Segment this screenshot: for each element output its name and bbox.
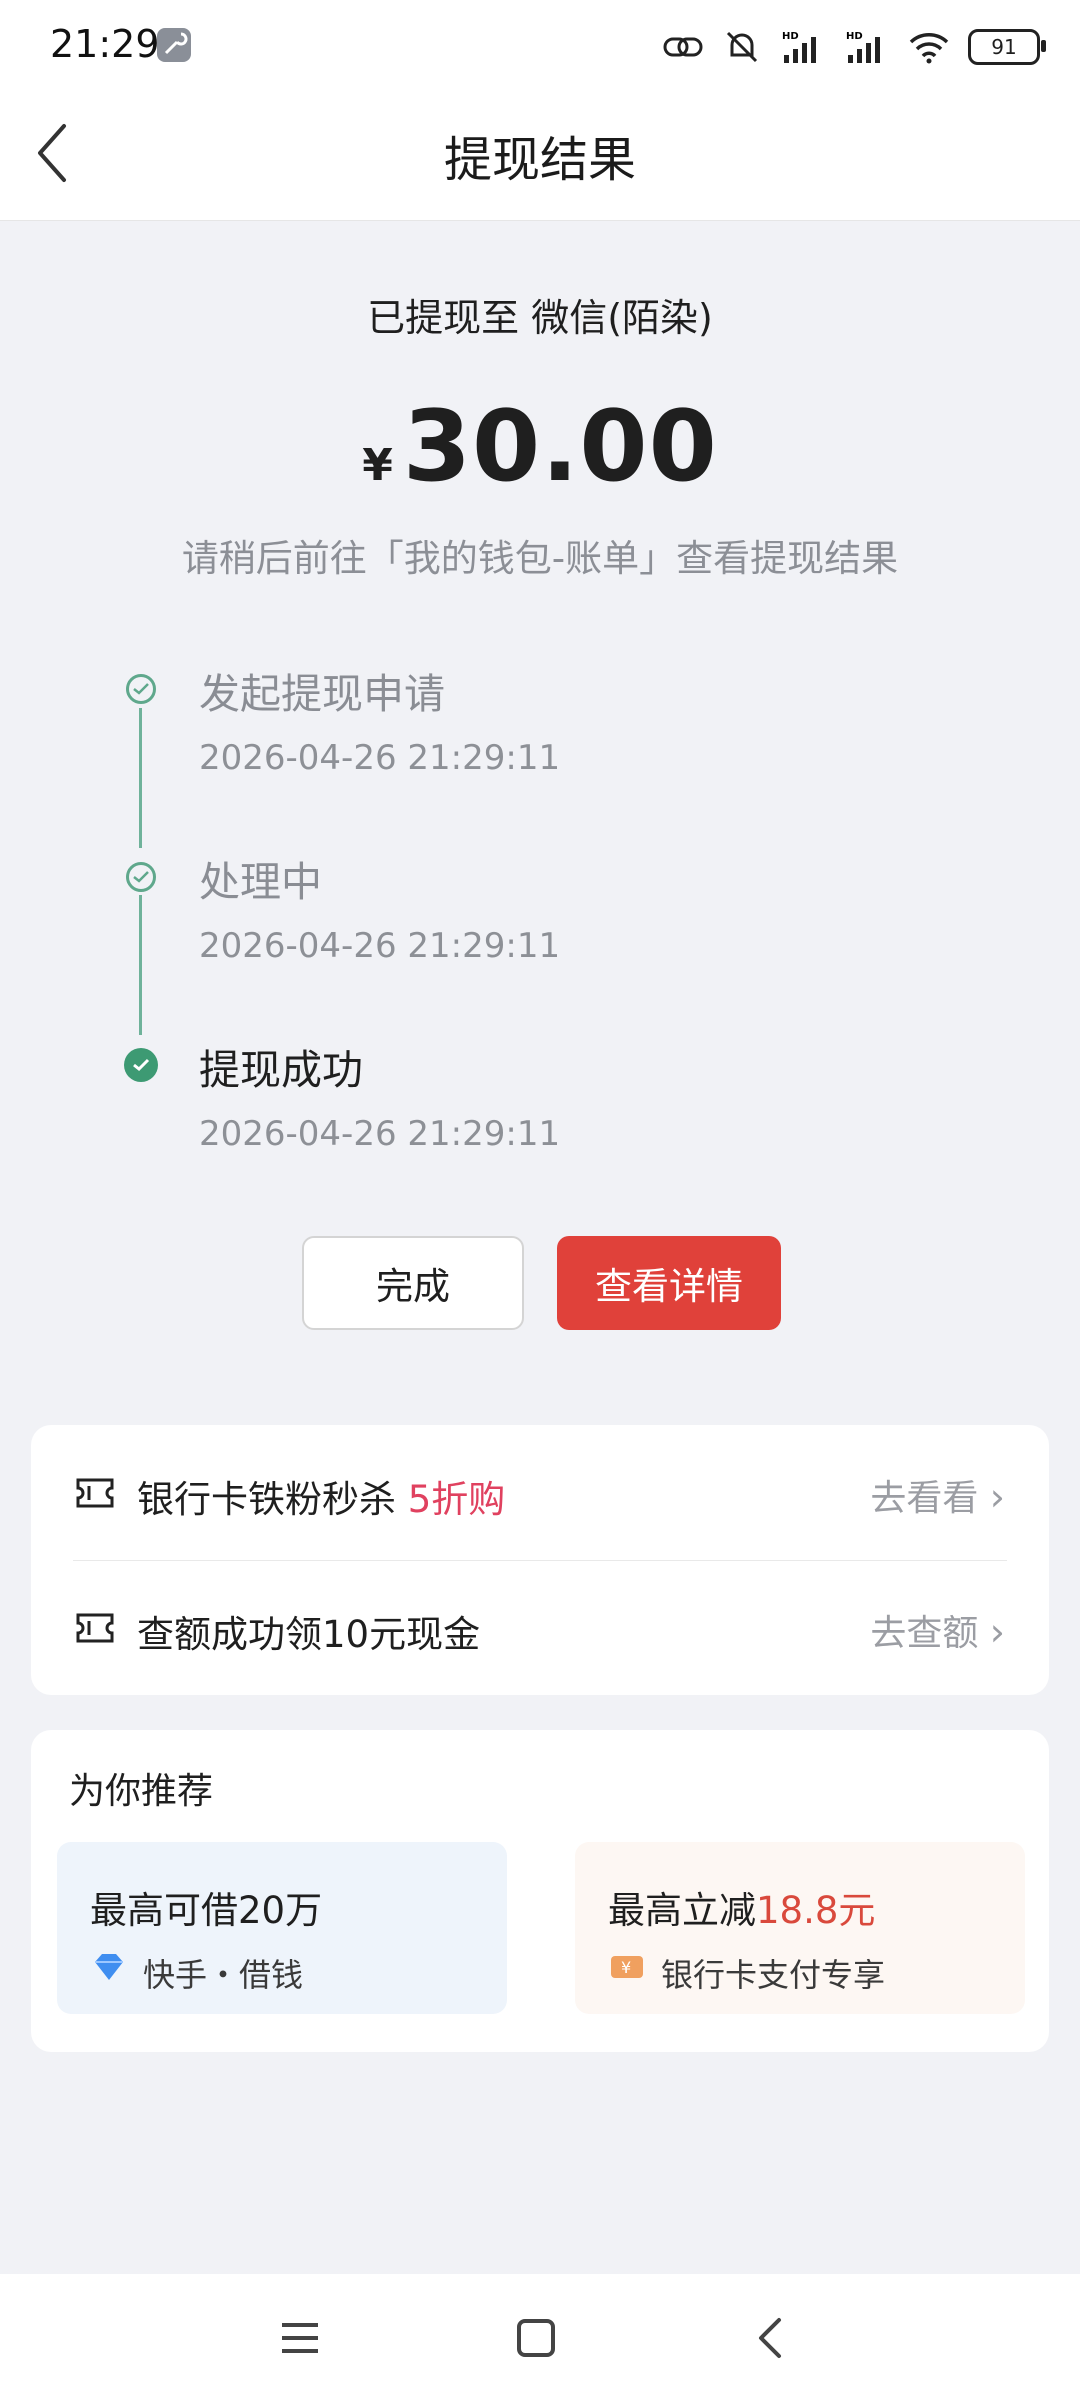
timeline-step-time: 2026-04-26 21:29:11 bbox=[199, 1114, 561, 1154]
link-icon bbox=[662, 32, 704, 62]
timeline-connector bbox=[139, 895, 142, 1035]
promo-text: 银行卡铁粉秒杀 5折购 bbox=[137, 1469, 505, 1523]
promo-text: 查额成功领10元现金 bbox=[137, 1604, 480, 1658]
promo-highlight: 5折购 bbox=[407, 1478, 506, 1521]
view-details-button[interactable]: 查看详情 bbox=[557, 1236, 781, 1330]
timeline-step-title: 处理中 bbox=[199, 858, 322, 906]
promo-label: 银行卡铁粉秒杀 bbox=[137, 1478, 408, 1521]
page-title: 提现结果 bbox=[443, 132, 636, 188]
wifi-icon bbox=[908, 30, 950, 64]
ticket-icon bbox=[76, 1613, 114, 1643]
result-hint: 请稍后前往「我的钱包-账单」查看提现结果 bbox=[181, 537, 899, 580]
currency-symbol: ¥ bbox=[362, 440, 393, 491]
svg-text:HD: HD bbox=[782, 31, 799, 42]
recommend-tile-discount[interactable]: 最高立减18.8元 ¥ 银行卡支付专享 bbox=[575, 1842, 1025, 2014]
battery-icon: 91 bbox=[968, 29, 1046, 65]
promo-link[interactable]: 去查额 › bbox=[870, 1604, 1005, 1656]
amount-display: ¥30.00 bbox=[0, 390, 1080, 504]
menu-icon[interactable] bbox=[270, 2308, 330, 2368]
recommend-card: 为你推荐 最高可借20万 快手・借钱 最高立减18.8元 ¥ 银行卡支付专享 bbox=[31, 1730, 1049, 2052]
recommend-main-text: 最高立减18.8元 bbox=[608, 1880, 875, 1934]
chevron-right-icon: › bbox=[989, 1610, 1005, 1654]
timeline-step-time: 2026-04-26 21:29:11 bbox=[199, 926, 561, 966]
system-nav-bar bbox=[0, 2274, 1080, 2400]
recommend-sub-text: 快手・借钱 bbox=[143, 1956, 304, 1994]
promo-card: 银行卡铁粉秒杀 5折购 去看看 › 查额成功领10元现金 去查额 › bbox=[31, 1425, 1049, 1695]
recommend-main-label: 最高立减 bbox=[608, 1889, 756, 1932]
promo-label: 查额成功领10元现金 bbox=[137, 1613, 481, 1656]
promo-row[interactable]: 查额成功领10元现金 去查额 › bbox=[31, 1560, 1049, 1695]
check-circle-icon bbox=[126, 674, 156, 704]
status-time: 21:29 bbox=[50, 22, 160, 66]
timeline-step-time: 2026-04-26 21:29:11 bbox=[199, 738, 561, 778]
recommend-main-highlight: 18.8元 bbox=[756, 1889, 876, 1932]
chevron-right-icon: › bbox=[989, 1475, 1005, 1519]
timeline-step-title: 发起提现申请 bbox=[199, 670, 445, 718]
check-circle-icon bbox=[126, 862, 156, 892]
battery-level: 91 bbox=[991, 35, 1017, 59]
mute-icon bbox=[722, 27, 762, 67]
home-icon[interactable] bbox=[506, 2308, 566, 2368]
amount-value: 30.00 bbox=[402, 390, 718, 504]
ticket-icon bbox=[76, 1478, 114, 1508]
withdraw-destination: 已提现至 微信(陌染) bbox=[367, 296, 713, 340]
promo-row[interactable]: 银行卡铁粉秒杀 5折购 去看看 › bbox=[31, 1425, 1049, 1560]
svg-text:HD: HD bbox=[846, 31, 863, 42]
recommend-main-text: 最高可借20万 bbox=[90, 1889, 323, 1932]
diamond-icon bbox=[95, 1954, 123, 1980]
check-circle-filled-icon bbox=[124, 1048, 158, 1082]
promo-link-label: 去看看 bbox=[870, 1478, 979, 1519]
back-icon[interactable] bbox=[740, 2308, 800, 2368]
timeline-connector bbox=[139, 708, 142, 848]
recommend-title: 为你推荐 bbox=[69, 1771, 214, 1812]
timeline-step-title: 提现成功 bbox=[199, 1046, 363, 1094]
svg-text:¥: ¥ bbox=[621, 1958, 631, 1977]
recommend-tile-loan[interactable]: 最高可借20万 快手・借钱 bbox=[57, 1842, 507, 2014]
promo-link-label: 去查额 bbox=[870, 1613, 979, 1654]
recommend-sub-text: 银行卡支付专享 bbox=[661, 1956, 886, 1994]
status-icons: HD HD 91 bbox=[662, 22, 1046, 72]
tool-icon bbox=[157, 28, 191, 62]
yen-coupon-icon: ¥ bbox=[611, 1956, 643, 1978]
signal-hd-icon: HD bbox=[844, 29, 890, 65]
promo-link[interactable]: 去看看 › bbox=[870, 1469, 1005, 1521]
signal-hd-icon: HD bbox=[780, 29, 826, 65]
done-button[interactable]: 完成 bbox=[302, 1236, 524, 1330]
